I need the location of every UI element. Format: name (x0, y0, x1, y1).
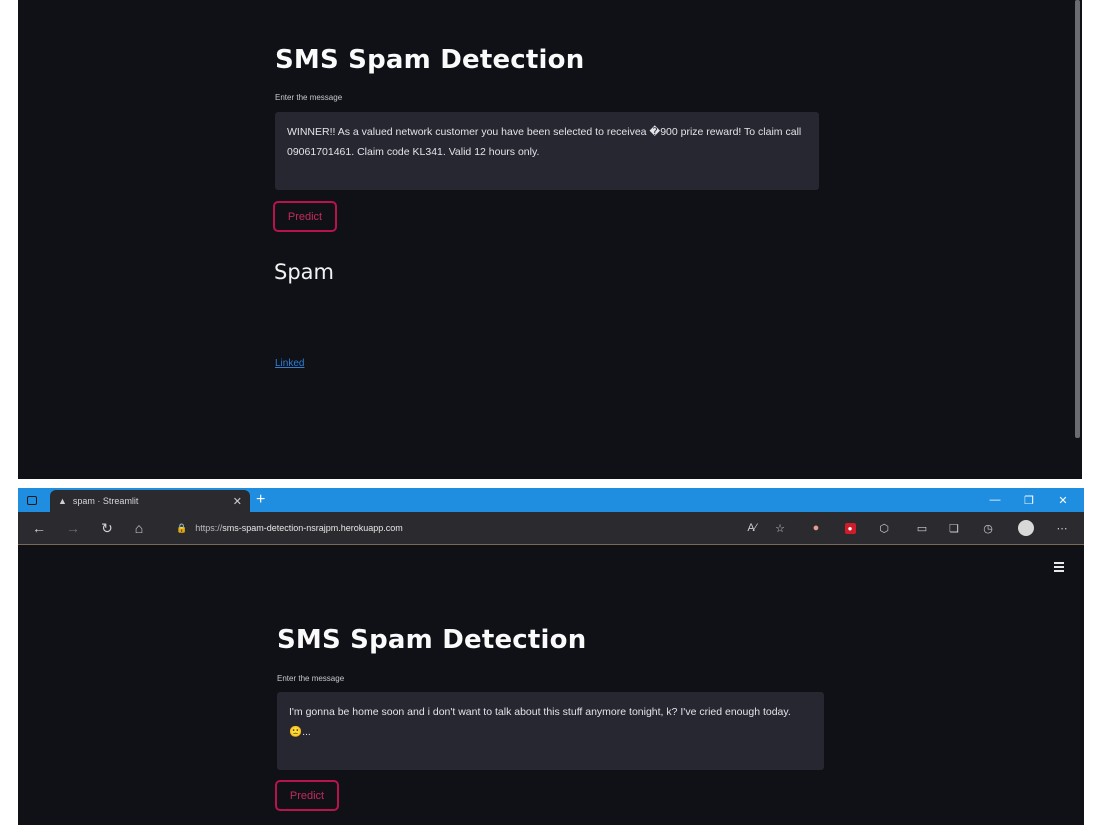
page-title: SMS Spam Detection (277, 625, 587, 655)
tab-close-icon[interactable]: ✕ (233, 495, 242, 508)
minimize-icon[interactable]: — (978, 488, 1012, 512)
new-tab-icon[interactable]: + (256, 490, 265, 510)
window-controls: — ❐ ✕ (978, 488, 1080, 512)
browser-toolbar: ← → ↻ ⌂ 🔒 https://sms-spam-detection-nsr… (18, 512, 1084, 545)
prediction-result: Spam (274, 260, 334, 284)
lock-icon[interactable]: 🔒 (176, 523, 187, 534)
top-screenshot-panel: SMS Spam Detection Enter the message WIN… (18, 0, 1082, 479)
footer-link[interactable]: Linked (275, 358, 304, 369)
scrollbar[interactable] (1075, 0, 1080, 438)
message-text: I'm gonna be home soon and i don't want … (289, 706, 791, 738)
read-aloud-icon[interactable]: A⁄ (744, 520, 760, 536)
star-icon[interactable]: ☆ (772, 520, 788, 536)
url-text: https://sms-spam-detection-nsrajpm.herok… (195, 523, 403, 533)
hamburger-menu-icon[interactable] (1054, 562, 1064, 572)
close-window-icon[interactable]: ✕ (1046, 488, 1080, 512)
message-input-label: Enter the message (277, 674, 345, 683)
tab-actions-icon[interactable] (24, 492, 40, 508)
address-bar[interactable]: 🔒 https://sms-spam-detection-nsrajpm.her… (168, 517, 814, 539)
message-text-area[interactable]: I'm gonna be home soon and i don't want … (277, 692, 824, 770)
message-text-area[interactable]: WINNER!! As a valued network customer yo… (275, 112, 819, 190)
extension-hexagon-icon[interactable]: ⬡ (876, 520, 892, 536)
predict-button[interactable]: Predict (273, 201, 337, 232)
message-input-label: Enter the message (275, 93, 343, 102)
predict-button[interactable]: Predict (275, 780, 339, 811)
bottom-screenshot-panel: ▲ spam · Streamlit ✕ + — ❐ ✕ ← → ↻ ⌂ 🔒 h… (18, 488, 1084, 825)
profile-avatar[interactable] (1018, 520, 1034, 536)
split-screen-icon[interactable]: ▭ (914, 520, 930, 536)
reload-icon[interactable]: ↻ (98, 519, 116, 537)
extension-person-icon[interactable]: ● (808, 520, 824, 536)
page-title: SMS Spam Detection (275, 45, 585, 75)
streamlit-favicon-icon: ▲ (58, 496, 67, 506)
message-text: WINNER!! As a valued network customer yo… (287, 126, 805, 158)
ellipsis-icon[interactable]: ⋯ (1054, 520, 1070, 536)
history-icon[interactable]: ◷ (980, 520, 996, 536)
extension-red-icon[interactable]: ● (842, 520, 858, 536)
collections-icon[interactable]: ❏ (946, 520, 962, 536)
browser-tab[interactable]: ▲ spam · Streamlit ✕ (50, 490, 250, 512)
maximize-icon[interactable]: ❐ (1012, 488, 1046, 512)
forward-icon[interactable]: → (64, 519, 82, 537)
browser-tab-strip: ▲ spam · Streamlit ✕ + — ❐ ✕ (18, 488, 1084, 512)
back-icon[interactable]: ← (30, 519, 48, 537)
tab-title: spam · Streamlit (72, 496, 139, 506)
home-icon[interactable]: ⌂ (130, 519, 148, 537)
